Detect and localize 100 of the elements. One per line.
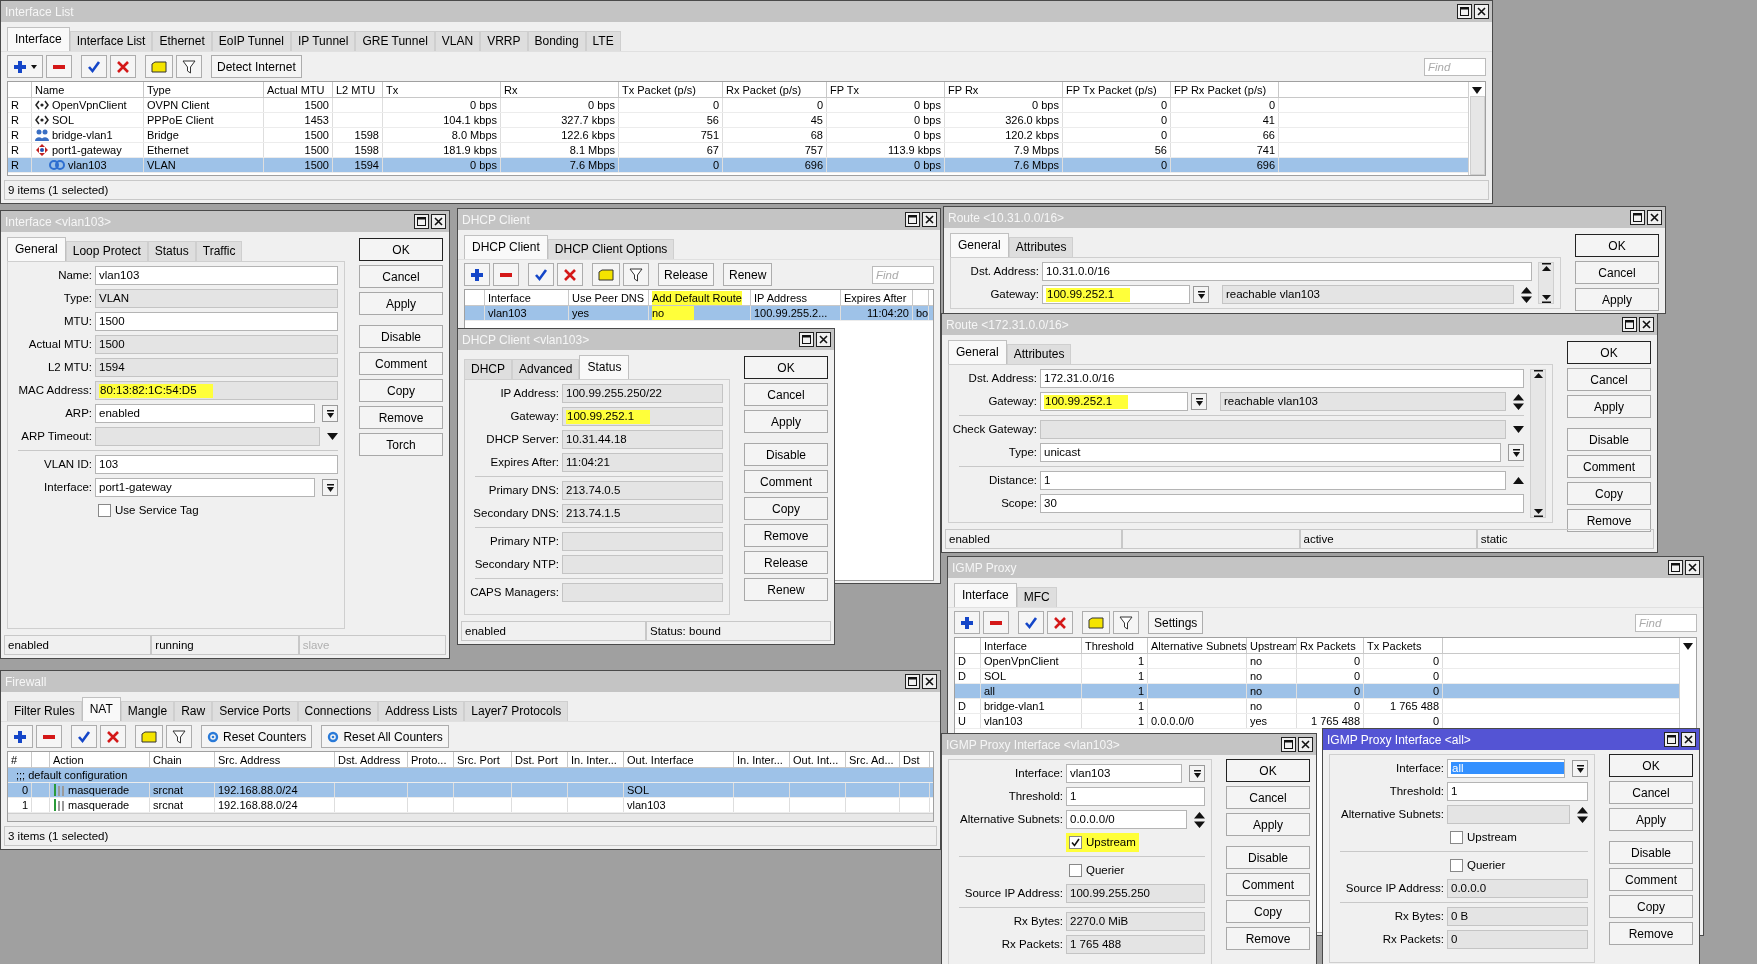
tab[interactable]: Interface [954,583,1017,607]
dialog-button[interactable]: Apply [1567,395,1651,418]
tab[interactable]: Interface List [69,31,153,51]
column-header[interactable]: Rx Packets [1300,638,1356,653]
tab[interactable]: Traffic [195,241,243,261]
toolbar-button[interactable]: Renew [723,263,773,286]
input-field[interactable]: 10.31.0.0/16 [1042,262,1532,281]
dialog-button[interactable]: Comment [1567,455,1651,478]
column-header[interactable]: Src. Ad... [849,752,894,767]
dialog-button[interactable]: OK [359,238,443,261]
input-field[interactable]: port1-gateway [95,478,315,497]
checkbox-label[interactable]: Upstream [1467,828,1517,847]
input-field[interactable]: 100.99.252.1 [562,407,723,426]
tab[interactable]: DHCP Client Options [547,239,675,259]
column-header[interactable]: FP Tx [830,82,859,97]
checkbox[interactable] [1069,864,1082,877]
input-field[interactable]: 100.99.255.250 [1066,884,1205,903]
table-row[interactable]: D bridge-vlan1 1 no 0 1 765 488 [955,699,1679,714]
column-header[interactable]: Proto... [411,752,447,767]
close-button[interactable] [1639,317,1654,332]
column-header[interactable]: In. Inter... [571,752,617,767]
input-field[interactable]: 1 765 488 [1066,935,1205,954]
enable-button[interactable] [1018,611,1044,634]
column-header[interactable]: Add Default Route [652,290,742,305]
column-menu-icon[interactable] [1472,87,1482,94]
table-row[interactable]: 0 masquerade srcnat 192.168.88.0/24 SOL [8,783,933,798]
remove-button[interactable] [36,725,62,748]
maximize-button[interactable] [1622,317,1637,332]
toolbar-button[interactable]: Settings [1148,611,1204,634]
column-header[interactable]: Interface [488,290,531,305]
input-field[interactable]: 1 [1447,782,1588,801]
dialog-button[interactable]: Disable [359,325,443,348]
dialog-button[interactable]: Apply [1575,288,1659,311]
column-header[interactable]: Expires After [844,290,907,305]
input-field[interactable]: 10.31.44.18 [562,430,723,449]
maximize-button[interactable] [905,674,920,689]
maximize-button[interactable] [1668,560,1683,575]
close-button[interactable] [816,332,831,347]
input-field[interactable]: enabled [95,404,315,423]
filter-button[interactable] [623,263,649,286]
input-field[interactable]: 1 [1066,787,1205,806]
checkbox-label[interactable]: Upstream [1086,833,1136,852]
tab[interactable]: Bonding [527,31,586,51]
dialog-button[interactable]: OK [1575,234,1659,257]
column-header[interactable]: Tx Packets [1367,638,1422,653]
scrollbar[interactable] [1530,369,1546,518]
input-field[interactable]: 103 [95,455,338,474]
input-field[interactable] [562,532,723,551]
tab[interactable]: Status [579,355,630,379]
input-field[interactable]: vlan103 [95,266,338,285]
tab[interactable]: General [948,340,1007,364]
dialog-button[interactable]: Apply [359,292,443,315]
input-field[interactable] [1447,805,1570,824]
dialog-button[interactable]: Cancel [1226,786,1310,809]
dialog-button[interactable]: Apply [1226,813,1310,836]
input-field[interactable]: 0.0.0.0 [1447,879,1588,898]
column-header[interactable]: Use Peer DNS [572,290,645,305]
input-field[interactable]: 0 [1447,930,1588,949]
column-header[interactable]: FP Rx Packet (p/s) [1174,82,1267,97]
tab[interactable]: Raw [174,701,213,721]
dialog-button[interactable]: Copy [744,497,828,520]
checkbox[interactable] [1069,836,1082,849]
dialog-button[interactable]: Cancel [1567,368,1651,391]
input-field[interactable]: 11:04:21 [562,453,723,472]
tab[interactable]: General [7,237,66,261]
tab[interactable]: Service Ports [212,701,298,721]
dialog-button[interactable]: Comment [359,352,443,375]
filter-button[interactable] [176,55,202,78]
input-field[interactable]: 100.99.252.1 [1042,285,1190,304]
tab[interactable]: GRE Tunnel [355,31,435,51]
input-field[interactable] [95,427,320,446]
checkbox[interactable] [98,504,111,517]
tab[interactable]: Attributes [1006,344,1072,364]
column-header[interactable]: Alternative Subnets [1151,638,1246,653]
input-field[interactable]: 1500 [95,335,338,354]
dialog-button[interactable]: Cancel [359,265,443,288]
dialog-button[interactable]: Comment [744,470,828,493]
column-header[interactable]: # [11,752,18,767]
dropdown-button[interactable] [1191,393,1207,410]
column-menu-icon[interactable] [1683,643,1693,650]
table-row[interactable]: D OpenVpnClient 1 no 0 0 [955,654,1679,669]
input-field[interactable]: 0.0.0.0/0 [1066,810,1187,829]
dialog-button[interactable]: Renew [744,578,828,601]
close-button[interactable] [1647,210,1662,225]
maximize-button[interactable] [1630,210,1645,225]
dialog-button[interactable]: Copy [1609,895,1693,918]
input-field[interactable]: 213.74.1.5 [562,504,723,523]
tab[interactable]: Layer7 Protocols [464,701,569,721]
dropdown-button[interactable] [1193,286,1209,303]
dialog-button[interactable]: Disable [1609,841,1693,864]
toolbar-button[interactable]: Release [658,263,715,286]
column-header[interactable]: Chain [153,752,182,767]
dialog-button[interactable]: Torch [359,433,443,456]
tab[interactable]: VLAN [434,31,481,51]
dialog-button[interactable]: Apply [1609,808,1693,831]
dropdown-button[interactable] [1189,765,1205,782]
maximize-button[interactable] [1457,4,1472,19]
scrollbar[interactable] [1469,96,1485,175]
column-header[interactable]: FP Rx [948,82,979,97]
remove-button[interactable] [46,55,72,78]
